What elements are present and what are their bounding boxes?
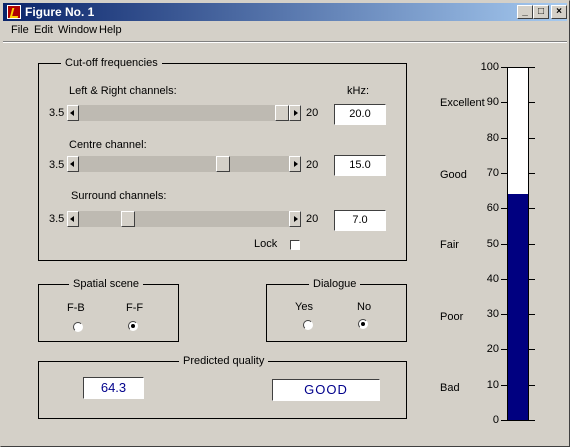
surround-min-label: 3.5 <box>49 213 65 225</box>
centre-label: Centre channel: <box>69 139 147 151</box>
menu-window[interactable]: Window <box>58 24 97 36</box>
surround-label: Surround channels: <box>71 190 167 202</box>
spatial-ff-radio[interactable] <box>128 321 138 331</box>
gauge-category-label: Good <box>440 169 467 181</box>
menu-edit[interactable]: Edit <box>34 24 53 36</box>
gauge-tick <box>501 102 507 104</box>
right-arrow-icon[interactable] <box>289 156 301 172</box>
gauge-tick <box>501 137 507 139</box>
spatial-fb-radio[interactable] <box>73 322 83 332</box>
gauge-tick-label: 50 <box>486 237 499 250</box>
gauge-tick-label: 100 <box>480 61 499 73</box>
slider-thumb[interactable] <box>275 105 289 121</box>
gauge-tick-right <box>529 349 535 351</box>
gauge-category-label: Excellent <box>440 97 485 109</box>
gauge-tick <box>501 67 507 68</box>
gauge-category-label: Bad <box>440 382 460 394</box>
gauge-tick-right <box>529 208 535 210</box>
title-bar[interactable]: Figure No. 1 _ □ × <box>3 3 567 21</box>
gauge-tick <box>501 243 507 245</box>
quality-gauge-fill <box>508 193 528 420</box>
matlab-app-icon <box>7 5 21 19</box>
dialogue-yes-label: Yes <box>295 301 313 313</box>
dialogue-panel: Dialogue <box>266 277 407 342</box>
gauge-tick <box>501 278 507 280</box>
centre-slider[interactable] <box>67 156 301 172</box>
minimize-button[interactable]: _ <box>517 5 533 19</box>
predicted-grade-display: GOOD <box>272 379 380 401</box>
centre-value-input[interactable]: 15.0 <box>334 155 386 176</box>
lock-checkbox[interactable] <box>290 240 300 250</box>
left-arrow-icon[interactable] <box>67 105 79 121</box>
gauge-tick-right <box>529 420 535 421</box>
quality-gauge <box>507 67 529 421</box>
gauge-tick-label: 40 <box>486 272 499 285</box>
slider-thumb[interactable] <box>215 156 230 172</box>
menu-bar: File Edit Window Help <box>3 22 567 40</box>
gauge-tick <box>501 314 507 316</box>
gauge-tick-right <box>529 67 535 68</box>
predicted-score-display: 64.3 <box>83 377 144 399</box>
gauge-tick-label: 20 <box>486 343 499 356</box>
dialogue-no-label: No <box>357 301 372 313</box>
cutoff-legend: Cut-off frequencies <box>61 56 162 70</box>
predicted-legend: Predicted quality <box>179 354 269 368</box>
gauge-tick-label: 60 <box>486 202 499 215</box>
window-title: Figure No. 1 <box>25 5 95 19</box>
centre-max-label: 20 <box>306 159 319 171</box>
gauge-tick-right <box>529 384 535 386</box>
spatial-legend: Spatial scene <box>69 277 144 291</box>
gauge-category-label: Fair <box>440 239 459 251</box>
gauge-tick-right <box>529 102 535 104</box>
left-right-value-input[interactable]: 20.0 <box>334 104 386 125</box>
left-arrow-icon[interactable] <box>67 211 79 227</box>
menu-help[interactable]: Help <box>99 24 122 36</box>
dialogue-no-radio[interactable] <box>358 319 368 329</box>
lock-label: Lock <box>254 238 278 250</box>
gauge-tick-right <box>529 137 535 139</box>
dialogue-yes-radio[interactable] <box>303 320 313 330</box>
gauge-tick <box>501 420 507 421</box>
left-right-label: Left & Right channels: <box>69 85 177 97</box>
spatial-scene-panel: Spatial scene <box>38 277 179 342</box>
right-arrow-icon[interactable] <box>289 211 301 227</box>
gauge-tick <box>501 172 507 174</box>
gauge-tick-label: 70 <box>486 166 499 179</box>
gauge-tick-label: 10 <box>486 378 499 391</box>
left-arrow-icon[interactable] <box>67 156 79 172</box>
left-right-max-label: 20 <box>306 107 319 119</box>
menu-separator <box>3 41 567 43</box>
gauge-category-label: Poor <box>440 311 464 323</box>
gauge-tick-right <box>529 243 535 245</box>
gauge-tick-right <box>529 314 535 316</box>
slider-thumb[interactable] <box>120 211 135 227</box>
left-right-slider[interactable] <box>67 105 301 121</box>
spatial-fb-label: F-B <box>67 302 85 314</box>
centre-min-label: 3.5 <box>49 159 65 171</box>
right-arrow-icon[interactable] <box>289 105 301 121</box>
gauge-tick-label: 0 <box>492 414 499 426</box>
dialogue-legend: Dialogue <box>309 277 361 291</box>
gauge-tick-label: 30 <box>486 308 499 321</box>
left-right-min-label: 3.5 <box>49 107 65 119</box>
menu-file[interactable]: File <box>11 24 29 36</box>
close-button[interactable]: × <box>551 5 567 19</box>
surround-value-input[interactable]: 7.0 <box>334 210 386 231</box>
maximize-button[interactable]: □ <box>533 5 549 19</box>
gauge-tick <box>501 384 507 386</box>
gauge-tick-label: 80 <box>486 131 499 144</box>
gauge-tick-right <box>529 278 535 280</box>
surround-max-label: 20 <box>306 213 319 225</box>
gauge-tick <box>501 208 507 210</box>
gauge-tick <box>501 349 507 351</box>
figure-window: Figure No. 1 _ □ × File Edit Window Help… <box>0 0 570 447</box>
gauge-tick-right <box>529 172 535 174</box>
khz-label: kHz: <box>347 85 369 97</box>
spatial-ff-label: F-F <box>126 302 144 314</box>
surround-slider[interactable] <box>67 211 301 227</box>
